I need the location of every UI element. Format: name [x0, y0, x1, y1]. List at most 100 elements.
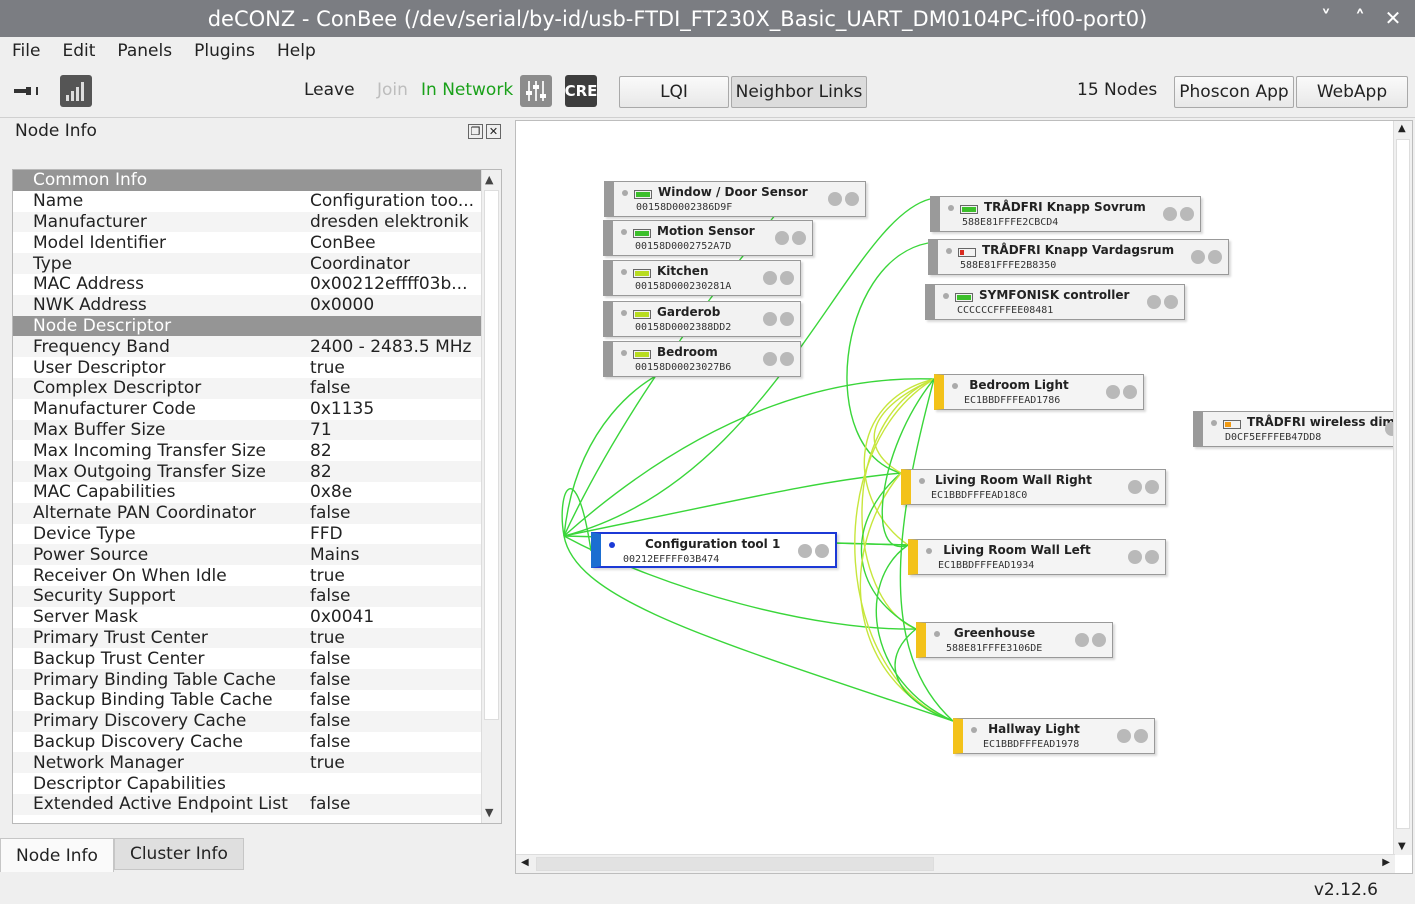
property-row[interactable]: Receiver On When Idle true	[13, 565, 481, 586]
property-row[interactable]: Primary Discovery Cache false	[13, 710, 481, 732]
property-row[interactable]: Name Configuration too...	[13, 191, 481, 212]
scroll-right-icon[interactable]: ▶	[1382, 857, 1390, 868]
graph-node[interactable]: Configuration tool 1 00212EFFFF03B474	[591, 532, 837, 568]
property-row[interactable]: NWK Address 0x0000	[13, 294, 481, 316]
graph-node[interactable]: Bedroom Light EC1BBDFFFEAD1786	[934, 374, 1144, 410]
property-row[interactable]: Security Support false	[13, 586, 481, 607]
property-row[interactable]: Network Manager true	[13, 752, 481, 774]
graph-node[interactable]: SYMFONISK controller CCCCCCFFFEE08481	[925, 284, 1185, 320]
cre-button[interactable]: CRE	[565, 75, 597, 107]
property-row[interactable]: Max Incoming Transfer Size 82	[13, 440, 481, 461]
property-row[interactable]: MAC Capabilities 0x8e	[13, 482, 481, 503]
property-row[interactable]: Complex Descriptor false	[13, 378, 481, 399]
tab-cluster-info[interactable]: Cluster Info	[113, 838, 244, 870]
graph-node[interactable]: Hallway Light EC1BBDFFFEAD1978	[953, 718, 1155, 754]
section-header[interactable]: Common Info	[13, 170, 481, 191]
phoscon-app-button[interactable]: Phoscon App	[1174, 76, 1294, 108]
property-key: NWK Address	[33, 295, 147, 316]
graph-node[interactable]: TRÅDFRI Knapp Sovrum 588E81FFFE2CBCD4	[930, 196, 1201, 232]
property-row[interactable]: User Descriptor true	[13, 357, 481, 378]
graph-node[interactable]: Kitchen 00158D000230281A	[603, 260, 801, 296]
tab-node-info[interactable]: Node Info	[0, 838, 114, 872]
property-row[interactable]: Max Buffer Size 71	[13, 419, 481, 441]
property-row[interactable]: Power Source Mains	[13, 544, 481, 566]
endpoint-indicators	[1128, 550, 1159, 564]
section-header[interactable]: Node Descriptor	[13, 315, 481, 337]
graph-node[interactable]: TRÅDFRI Knapp Vardagsrum 588E81FFFE2B8350	[928, 239, 1229, 275]
menu-panels[interactable]: Panels	[105, 41, 182, 61]
menu-help[interactable]: Help	[265, 41, 326, 61]
property-row[interactable]: Backup Discovery Cache false	[13, 732, 481, 753]
maximize-icon[interactable]: ˄	[1345, 4, 1375, 32]
menu-file[interactable]: File	[0, 41, 50, 61]
endpoint-dot-icon	[845, 192, 859, 206]
graph-node[interactable]: Window / Door Sensor 00158D0002386D9F	[604, 181, 866, 217]
graph-node[interactable]: Garderob 00158D0002388DD2	[603, 301, 801, 337]
scroll-up-icon[interactable]: ▲	[485, 173, 493, 186]
close-icon[interactable]: ✕	[1378, 4, 1408, 32]
neighbor-links-button[interactable]: Neighbor Links	[731, 76, 867, 108]
scroll-down-icon[interactable]: ▼	[1398, 841, 1406, 852]
menu-edit[interactable]: Edit	[50, 41, 105, 61]
float-icon[interactable]: ❐	[468, 124, 483, 139]
property-value: false	[310, 669, 351, 690]
scroll-left-icon[interactable]: ◀	[521, 857, 529, 868]
signal-bars-icon[interactable]	[60, 75, 92, 107]
property-row[interactable]: Backup Binding Table Cache false	[13, 690, 481, 711]
graph-scroll-thumb[interactable]	[1396, 139, 1410, 829]
scroll-down-icon[interactable]: ▼	[485, 806, 493, 819]
lqi-button[interactable]: LQI	[619, 76, 729, 108]
endpoint-dot-icon	[763, 271, 777, 285]
node-address: EC1BBDFFFEAD18C0	[931, 490, 1028, 501]
vertical-scrollbar[interactable]: ▲ ▼	[481, 170, 501, 823]
plug-icon[interactable]	[12, 82, 42, 100]
graph-node[interactable]: Greenhouse 588E81FFFE3106DE	[916, 622, 1113, 658]
mixer-icon[interactable]	[520, 75, 552, 107]
property-row[interactable]: Max Outgoing Transfer Size 82	[13, 461, 481, 482]
webapp-button[interactable]: WebApp	[1296, 76, 1408, 108]
property-row[interactable]: Manufacturer Code 0x1135	[13, 399, 481, 420]
property-row[interactable]: Descriptor Capabilities	[13, 773, 481, 794]
minimize-icon[interactable]: ˅	[1311, 4, 1341, 32]
node-name: Window / Door Sensor	[658, 185, 808, 199]
menu-plugins[interactable]: Plugins	[182, 41, 265, 61]
join-button[interactable]: Join	[377, 80, 408, 100]
graph-node[interactable]: Living Room Wall Left EC1BBDFFFEAD1934	[908, 539, 1166, 575]
endpoint-indicators	[775, 231, 806, 245]
property-row[interactable]: Frequency Band 2400 - 2483.5 MHz	[13, 336, 481, 358]
graph-hscroll-thumb[interactable]	[536, 857, 934, 871]
property-row[interactable]: Server Mask 0x0041	[13, 607, 481, 628]
node-address: 00158D0002388DD2	[635, 322, 732, 333]
property-row[interactable]: Type Coordinator	[13, 253, 481, 274]
property-row[interactable]: Manufacturer dresden elektronik	[13, 211, 481, 233]
node-address: 00158D0002752A7D	[635, 241, 732, 252]
status-dot-icon	[621, 269, 627, 275]
graph-node[interactable]: Living Room Wall Right EC1BBDFFFEAD18C0	[901, 469, 1166, 505]
property-row[interactable]: Model Identifier ConBee	[13, 232, 481, 253]
graph-horizontal-scrollbar[interactable]: ◀ ▶	[516, 854, 1395, 873]
property-row[interactable]: Alternate PAN Coordinator false	[13, 502, 481, 524]
graph-node[interactable]: Bedroom 00158D00023027B6	[603, 341, 801, 377]
endpoint-dot-icon	[1123, 385, 1137, 399]
graph-vertical-scrollbar[interactable]: ▲ ▼	[1393, 121, 1412, 855]
node-address: EC1BBDFFFEAD1978	[983, 739, 1080, 750]
network-graph[interactable]: Window / Door Sensor 00158D0002386D9F Moti…	[515, 120, 1413, 874]
property-row[interactable]: Backup Trust Center false	[13, 648, 481, 669]
property-row[interactable]: Extended Active Endpoint List false	[13, 794, 481, 815]
status-dot-icon	[609, 542, 615, 548]
close-panel-icon[interactable]: ✕	[486, 124, 501, 139]
scroll-thumb[interactable]	[484, 190, 499, 720]
graph-node[interactable]: Motion Sensor 00158D0002752A7D	[603, 220, 813, 256]
property-row[interactable]: Primary Trust Center true	[13, 627, 481, 649]
status-dot-icon	[622, 190, 628, 196]
property-key: Backup Binding Table Cache	[33, 690, 273, 711]
node-name: Hallway Light	[988, 722, 1080, 736]
graph-node[interactable]: TRÅDFRI wireless dim D0CF5EFFFEB47DD8	[1193, 411, 1412, 447]
scroll-up-icon[interactable]: ▲	[1398, 123, 1406, 134]
property-key: Manufacturer	[33, 211, 147, 232]
property-row[interactable]: Primary Binding Table Cache false	[13, 669, 481, 690]
battery-icon	[633, 350, 651, 359]
property-row[interactable]: Device Type FFD	[13, 524, 481, 545]
leave-button[interactable]: Leave	[304, 80, 355, 100]
property-row[interactable]: MAC Address 0x00212effff03b...	[13, 274, 481, 295]
